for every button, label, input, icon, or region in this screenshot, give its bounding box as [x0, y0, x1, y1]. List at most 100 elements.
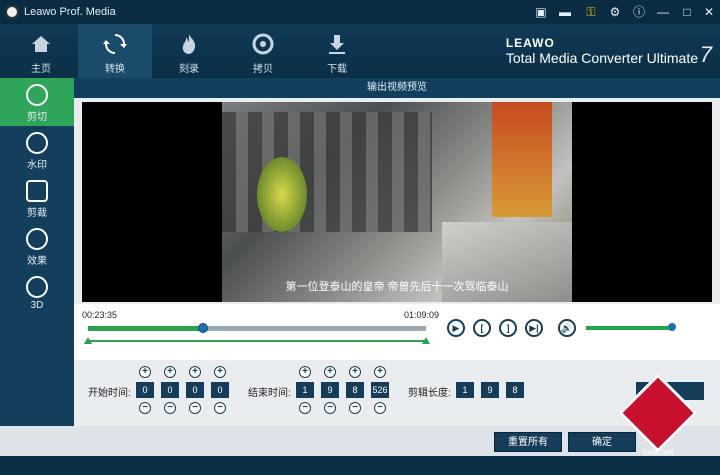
- sidebar-item-trim[interactable]: 剪切: [0, 78, 74, 126]
- clip-length-field[interactable]: 9: [481, 382, 499, 398]
- key-icon[interactable]: ⚿: [582, 3, 600, 21]
- play-button[interactable]: ▶: [447, 319, 465, 337]
- end-time-increment-button[interactable]: +: [324, 366, 336, 378]
- maximize-icon[interactable]: □: [678, 3, 696, 21]
- start-time-increment-button[interactable]: +: [139, 366, 151, 378]
- edit-sidebar: 剪切 水印 剪裁 效果 3D: [0, 78, 74, 426]
- chat-icon[interactable]: ▬: [556, 3, 574, 21]
- nav-label: 下载: [327, 64, 347, 75]
- video-frame-wall: [222, 112, 432, 232]
- sidebar-item-label: 剪切: [27, 112, 47, 123]
- end-time-increment-button[interactable]: +: [374, 366, 386, 378]
- download-icon: [329, 35, 345, 54]
- brand-name: LEAWO: [505, 36, 555, 50]
- start-time-field[interactable]: 0: [186, 382, 204, 398]
- end-time-field[interactable]: 8: [346, 382, 364, 398]
- watermark-site: vxia.net: [642, 447, 674, 457]
- volume-icon[interactable]: 🔊: [558, 319, 576, 337]
- start-time-field[interactable]: 0: [161, 382, 179, 398]
- media-icon[interactable]: ▣: [532, 3, 550, 21]
- end-time-label: 结束时间:: [248, 388, 291, 399]
- mark-out-button[interactable]: ]: [499, 319, 517, 337]
- nav-copy[interactable]: 拷贝: [226, 24, 300, 78]
- start-time-increment-button[interactable]: +: [189, 366, 201, 378]
- mark-in-button[interactable]: [: [473, 319, 491, 337]
- title-bar: Leawo Prof. Media ▣ ▬ ⚿ ⚙ ⓘ — □ ✕: [0, 0, 720, 24]
- sidebar-item-label: 效果: [27, 256, 47, 267]
- nav-label: 转换: [105, 64, 125, 75]
- clip-length-field[interactable]: 8: [506, 382, 524, 398]
- info-icon[interactable]: ⓘ: [630, 3, 648, 21]
- top-navigation: 主页 转换 刻录 拷贝 下载 LEAWO Total Media Convert…: [0, 24, 720, 78]
- sidebar-item-3d[interactable]: 3D: [0, 270, 74, 318]
- main-panel: 输出视频预览 第一位登泰山的皇帝 帝曾先后十一次驾临泰山 00:23:35 01…: [74, 78, 720, 426]
- start-time-field[interactable]: 0: [211, 382, 229, 398]
- end-time: 01:09:09: [404, 310, 440, 320]
- scissors-icon: [26, 84, 48, 106]
- watermark-badge: vxia.net: [618, 373, 698, 457]
- end-time-field[interactable]: 1: [296, 382, 314, 398]
- sidebar-item-label: 剪裁: [27, 208, 47, 219]
- start-time-increment-button[interactable]: +: [164, 366, 176, 378]
- start-time-label: 开始时间:: [88, 388, 131, 399]
- end-time-decrement-button[interactable]: −: [349, 402, 361, 414]
- nav-label: 主页: [31, 64, 51, 75]
- end-time-field[interactable]: 526: [371, 382, 389, 398]
- trim-range: [88, 340, 426, 342]
- trim-start-handle[interactable]: [84, 337, 92, 344]
- start-time-field[interactable]: 0: [136, 382, 154, 398]
- brand-logo: LEAWO Total Media Converter Ultimate 7: [505, 36, 712, 67]
- preview-header: 输出视频预览: [74, 78, 720, 98]
- video-preview: 第一位登泰山的皇帝 帝曾先后十一次驾临泰山: [82, 102, 712, 302]
- sidebar-item-crop[interactable]: 剪裁: [0, 174, 74, 222]
- nav-home[interactable]: 主页: [4, 24, 78, 78]
- start-time-decrement-button[interactable]: −: [189, 402, 201, 414]
- 3d-icon: [26, 276, 48, 298]
- video-frame-plant: [257, 157, 307, 232]
- app-logo-icon: [5, 5, 19, 19]
- volume-slider[interactable]: [586, 323, 676, 331]
- end-time-decrement-button[interactable]: −: [324, 402, 336, 414]
- reset-all-button[interactable]: 重置所有: [494, 432, 562, 452]
- sidebar-item-watermark[interactable]: 水印: [0, 126, 74, 174]
- nav-download[interactable]: 下载: [300, 24, 374, 78]
- nav-convert[interactable]: 转换: [78, 24, 152, 78]
- nav-burn[interactable]: 刻录: [152, 24, 226, 78]
- end-time-field[interactable]: 9: [321, 382, 339, 398]
- volume-handle[interactable]: [668, 323, 676, 331]
- clip-length-field[interactable]: 1: [456, 382, 474, 398]
- watermark-logo-icon: [618, 373, 698, 453]
- current-time: 00:23:35: [82, 310, 118, 320]
- nav-label: 拷贝: [253, 64, 273, 75]
- start-time-decrement-button[interactable]: −: [164, 402, 176, 414]
- app-window: Leawo Prof. Media ▣ ▬ ⚿ ⚙ ⓘ — □ ✕ 主页 转换 …: [0, 0, 720, 475]
- start-time-decrement-button[interactable]: −: [139, 402, 151, 414]
- start-time-increment-button[interactable]: +: [214, 366, 226, 378]
- sidebar-item-label: 水印: [27, 160, 47, 171]
- end-time-increment-button[interactable]: +: [299, 366, 311, 378]
- close-icon[interactable]: ✕: [700, 3, 718, 21]
- end-time-decrement-button[interactable]: −: [374, 402, 386, 414]
- crop-icon: [26, 180, 48, 202]
- end-time-decrement-button[interactable]: −: [299, 402, 311, 414]
- convert-icon: [103, 34, 127, 54]
- progress-handle[interactable]: [197, 323, 208, 333]
- gear-icon[interactable]: ⚙: [606, 3, 624, 21]
- video-frame-figure: [492, 102, 552, 217]
- video-subtitle: 第一位登泰山的皇帝 帝曾先后十一次驾临泰山: [285, 281, 509, 293]
- clip-length-label: 剪辑长度:: [408, 388, 451, 399]
- end-time-increment-button[interactable]: +: [349, 366, 361, 378]
- progress-track[interactable]: [88, 323, 426, 333]
- minimize-icon[interactable]: —: [654, 3, 672, 21]
- sidebar-item-label: 3D: [30, 300, 44, 311]
- effect-icon: [26, 228, 48, 250]
- product-name: Total Media Converter Ultimate: [505, 50, 698, 66]
- start-time-decrement-button[interactable]: −: [214, 402, 226, 414]
- window-title: Leawo Prof. Media: [24, 6, 116, 18]
- product-version: 7: [699, 42, 712, 67]
- sidebar-item-effect[interactable]: 效果: [0, 222, 74, 270]
- disc-copy-icon: [252, 33, 274, 55]
- home-icon: [32, 36, 50, 52]
- trim-end-handle[interactable]: [422, 337, 430, 344]
- preview-clip-button[interactable]: ▶|: [525, 319, 543, 337]
